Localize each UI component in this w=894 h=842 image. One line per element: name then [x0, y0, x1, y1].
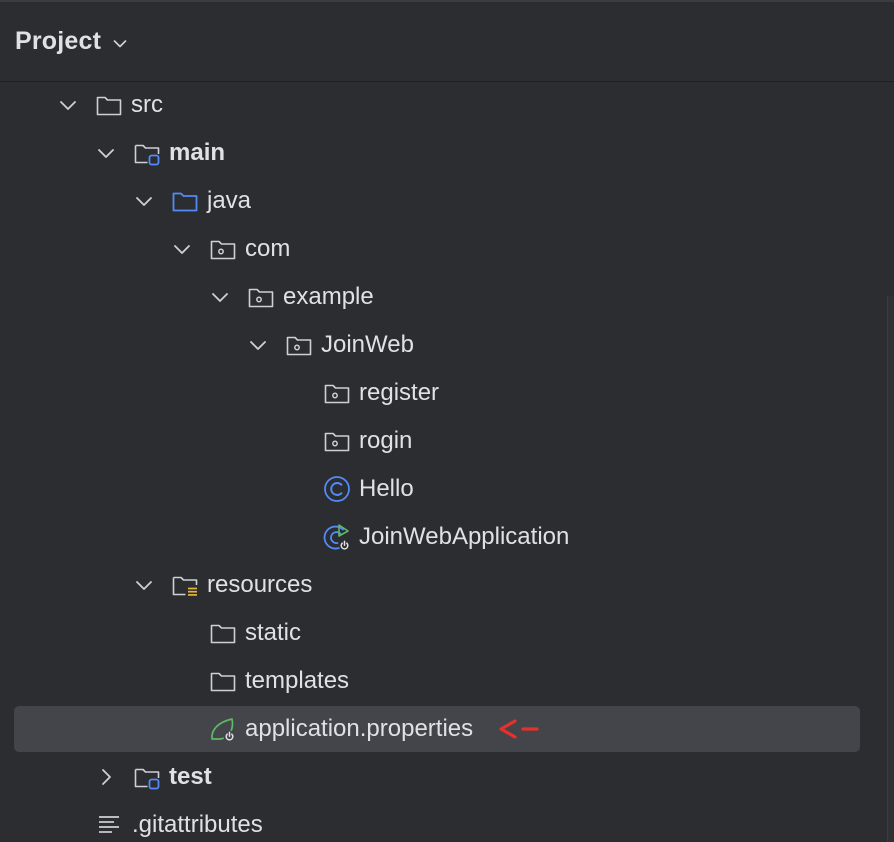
chevron-down-icon[interactable] [57, 94, 79, 116]
tree-node-gitattributes[interactable]: .gitattributes [0, 801, 894, 842]
tree-node-label: rogin [359, 427, 413, 454]
chevron-right-icon[interactable] [95, 766, 117, 788]
tree-node-label: register [359, 379, 440, 406]
tree-node-rogin[interactable]: rogin [0, 417, 894, 465]
red-arrow-annotation [497, 717, 541, 741]
tree-node-joinwebapplication[interactable]: JoinWebApplication [0, 513, 894, 561]
tree-node-label: JoinWeb [321, 331, 414, 358]
text-file-icon [95, 810, 125, 840]
tree-node-label: java [207, 187, 252, 214]
tree-node-joinweb[interactable]: JoinWeb [0, 321, 894, 369]
tree-node-templates[interactable]: templates [0, 657, 894, 705]
module-folder-icon [132, 762, 162, 792]
package-icon [284, 330, 314, 360]
tree-node-label: resources [207, 571, 313, 598]
tree-node-example[interactable]: example [0, 273, 894, 321]
tree-node-label: templates [245, 667, 350, 694]
tree-node-label: com [245, 235, 291, 262]
tree-node-label: example [283, 283, 374, 310]
folder-icon [208, 618, 238, 648]
chevron-down-icon[interactable] [133, 190, 155, 212]
tree-node-label: test [169, 763, 212, 790]
tree-node-label: Hello [359, 475, 414, 502]
module-folder-icon [132, 138, 162, 168]
tree-node-hello[interactable]: Hello [0, 465, 894, 513]
tree-node-application-properties[interactable]: application.properties [0, 705, 894, 753]
source-root-folder-icon [170, 186, 200, 216]
resources-root-folder-icon [170, 570, 200, 600]
tree-node-label: static [245, 619, 302, 646]
chevron-down-icon[interactable] [111, 35, 129, 53]
chevron-down-icon[interactable] [209, 286, 231, 308]
project-panel: Project src main java com example JoinWe… [0, 0, 894, 842]
tree-node-label: main [169, 139, 226, 166]
tree-node-label: .gitattributes [132, 811, 263, 838]
tree-node-test[interactable]: test [0, 753, 894, 801]
package-icon [322, 378, 352, 408]
tree-node-label: JoinWebApplication [359, 523, 570, 550]
folder-icon [208, 666, 238, 696]
project-panel-header[interactable]: Project [0, 2, 894, 82]
package-icon [246, 282, 276, 312]
chevron-down-icon[interactable] [133, 574, 155, 596]
project-tree: src main java com example JoinWeb regist… [0, 81, 894, 842]
class-icon [322, 474, 352, 504]
spring-boot-application-icon [322, 522, 352, 552]
tree-node-main[interactable]: main [0, 129, 894, 177]
tree-node-com[interactable]: com [0, 225, 894, 273]
folder-icon [94, 90, 124, 120]
tree-node-register[interactable]: register [0, 369, 894, 417]
panel-title[interactable]: Project [15, 27, 101, 56]
package-icon [322, 426, 352, 456]
chevron-down-icon[interactable] [95, 142, 117, 164]
spring-properties-icon [208, 714, 238, 744]
chevron-down-icon[interactable] [247, 334, 269, 356]
vertical-scrollbar[interactable] [887, 296, 894, 842]
package-icon [208, 234, 238, 264]
tree-node-resources[interactable]: resources [0, 561, 894, 609]
tree-node-java[interactable]: java [0, 177, 894, 225]
tree-node-static[interactable]: static [0, 609, 894, 657]
chevron-down-icon[interactable] [171, 238, 193, 260]
tree-node-label: src [131, 91, 163, 118]
tree-node-src[interactable]: src [0, 81, 894, 129]
tree-node-label: application.properties [245, 715, 474, 742]
